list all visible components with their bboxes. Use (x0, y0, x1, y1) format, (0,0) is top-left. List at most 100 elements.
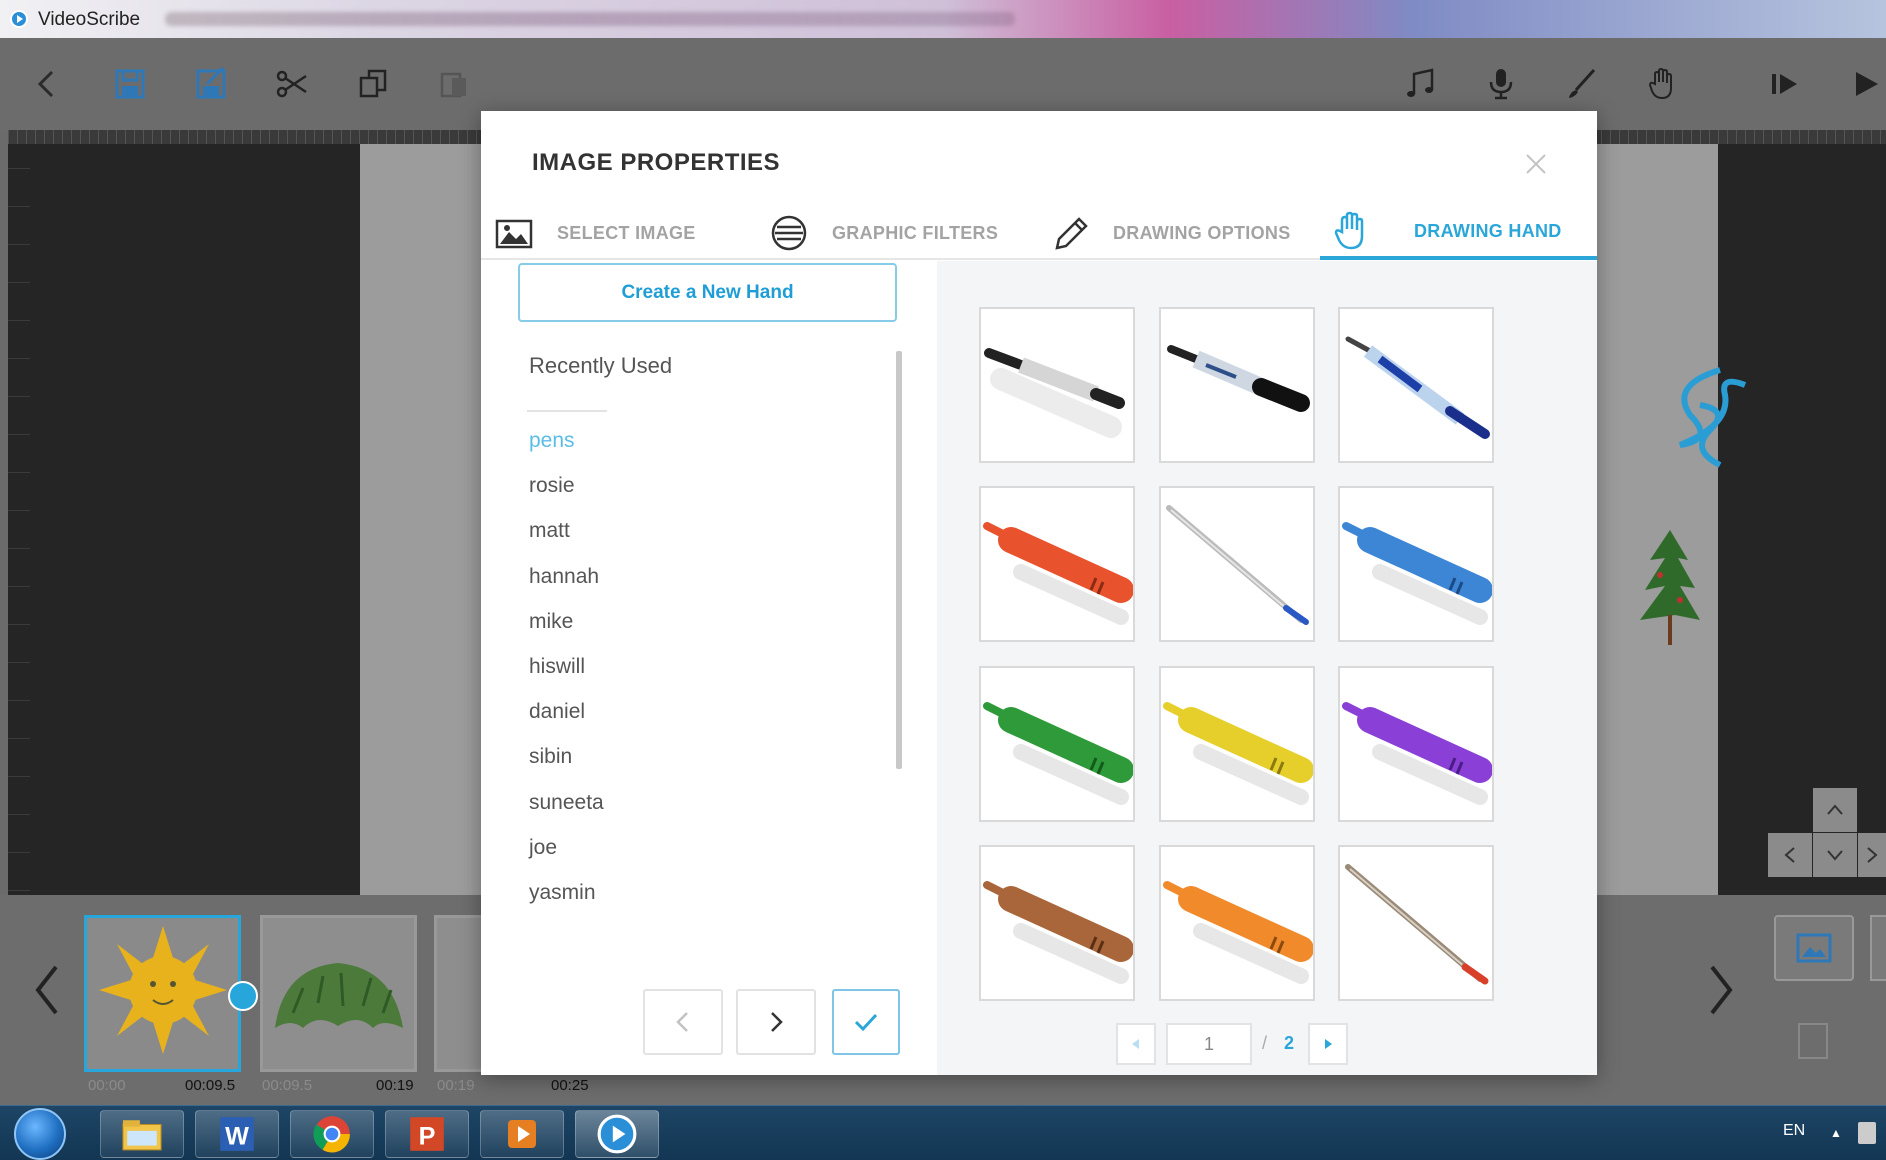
caret-right-icon (1325, 1039, 1332, 1049)
ruler-vertical (8, 130, 30, 895)
powerpoint-icon[interactable]: P (385, 1110, 469, 1158)
hand-item-matt[interactable]: matt (529, 519, 829, 564)
tab-graphic-filters[interactable]: GRAPHIC FILTERS (768, 206, 998, 260)
hand-item-mike[interactable]: mike (529, 610, 829, 655)
add-image-icon[interactable] (1774, 915, 1854, 981)
holly-tree-image (1640, 530, 1700, 645)
timeline-thumb-bush[interactable] (260, 915, 417, 1072)
play-icon[interactable] (1844, 62, 1886, 106)
hand-item-rosie[interactable]: rosie (529, 474, 829, 519)
canvas-down-button[interactable] (1813, 833, 1857, 877)
hand-tile[interactable] (1159, 307, 1315, 463)
create-new-hand-button[interactable]: Create a New Hand (518, 263, 897, 322)
hand-item-joe[interactable]: joe (529, 836, 829, 881)
save-icon[interactable] (108, 62, 152, 106)
tab-select-image[interactable]: SELECT IMAGE (493, 206, 696, 260)
copy-icon[interactable] (351, 62, 395, 106)
confirm-button[interactable] (832, 989, 900, 1055)
tab-label: GRAPHIC FILTERS (832, 222, 999, 243)
tab-drawing-hand[interactable]: DRAWING HAND (1320, 206, 1597, 260)
explorer-icon[interactable] (100, 1110, 184, 1158)
microphone-icon[interactable] (1479, 62, 1523, 106)
image-properties-dialog: IMAGE PROPERTIES SELECT IMAGE GRAPHIC FI… (481, 111, 1597, 1075)
back-icon[interactable] (26, 62, 70, 106)
previous-button[interactable] (643, 989, 723, 1055)
hand-list: pens rosie matt hannah mike hiswill dani… (529, 429, 829, 926)
hand-tile[interactable] (979, 486, 1135, 642)
silver-ballpoint-pen-icon (1166, 505, 1309, 625)
canvas-offstage-left (8, 130, 360, 895)
timeline-next-icon[interactable] (1702, 955, 1742, 1025)
chrome-icon[interactable] (290, 1110, 374, 1158)
window-titlebar: VideoScribe (0, 0, 1886, 38)
image-icon (495, 219, 533, 249)
hand-item-daniel[interactable]: daniel (529, 700, 829, 745)
canvas-right-button[interactable] (1858, 833, 1886, 877)
hand-tile[interactable] (1338, 307, 1494, 463)
paste-icon[interactable] (432, 62, 476, 106)
timeline-time: 00:09.5 (185, 1077, 236, 1094)
cut-icon[interactable] (270, 62, 314, 106)
red-tip-pen-icon (1345, 864, 1489, 985)
play-from-here-icon[interactable] (1763, 62, 1807, 106)
filters-icon (771, 215, 807, 251)
transition-icon[interactable] (228, 981, 258, 1011)
hand-tile[interactable] (979, 307, 1135, 463)
svg-text:W: W (225, 1123, 249, 1151)
save-as-icon[interactable] (189, 62, 233, 106)
page-number-input[interactable] (1166, 1023, 1252, 1065)
close-icon[interactable] (1521, 149, 1551, 179)
page-total: 2 (1284, 1033, 1295, 1053)
add-text-button[interactable] (1870, 915, 1886, 981)
green-crayon-icon (983, 702, 1134, 805)
hand-item-hannah[interactable]: hannah (529, 565, 829, 610)
windows-taskbar: W P EN ▲ (0, 1105, 1886, 1160)
chevron-right-icon (771, 1012, 783, 1032)
canvas-left-button[interactable] (1768, 833, 1812, 877)
tab-label: SELECT IMAGE (557, 222, 696, 243)
hand-item-sibin[interactable]: sibin (529, 745, 829, 790)
next-button[interactable] (736, 989, 816, 1055)
word-icon[interactable]: W (195, 1110, 279, 1158)
videoscribe-icon[interactable] (575, 1110, 659, 1158)
tray-expand-icon[interactable]: ▲ (1830, 1126, 1842, 1140)
media-icon[interactable] (480, 1110, 564, 1158)
tab-drawing-options[interactable]: DRAWING OPTIONS (1049, 206, 1291, 260)
hand-item-hiswill[interactable]: hiswill (529, 655, 829, 700)
svg-text:P: P (419, 1123, 436, 1151)
pen-icon[interactable] (1560, 62, 1604, 106)
hand-tile[interactable] (1159, 845, 1315, 1001)
page-separator: / (1262, 1033, 1268, 1053)
timeline-thumb-partial[interactable] (434, 915, 484, 1072)
timeline-prev-icon[interactable] (26, 955, 66, 1025)
hand-tile[interactable] (1159, 666, 1315, 822)
hand-tile[interactable] (979, 666, 1135, 822)
start-orb-icon[interactable] (14, 1108, 66, 1160)
chevron-left-icon (676, 1012, 688, 1032)
hand-tile[interactable] (1338, 486, 1494, 642)
hand-item-suneeta[interactable]: suneeta (529, 791, 829, 836)
blue-crayon-icon (1342, 522, 1493, 625)
timeline-time: 00:25 (551, 1077, 589, 1094)
hand-item-yasmin[interactable]: yasmin (529, 881, 829, 926)
delete-scene-icon[interactable] (1798, 1023, 1828, 1059)
page-next-button[interactable] (1308, 1023, 1348, 1065)
timeline-thumb-sun[interactable] (84, 915, 241, 1072)
hand-tile[interactable] (979, 845, 1135, 1001)
blue-ballpoint-pen-icon (1345, 336, 1490, 439)
hand-tile[interactable] (1338, 666, 1494, 822)
list-scrollbar[interactable] (896, 351, 902, 769)
hand-icon (1334, 211, 1364, 250)
recently-used-header: Recently Used (529, 353, 673, 378)
tray-network-icon[interactable] (1858, 1122, 1876, 1144)
hand-tile[interactable] (1338, 845, 1494, 1001)
page-prev-button[interactable] (1116, 1023, 1156, 1065)
language-indicator[interactable]: EN (1783, 1122, 1805, 1140)
list-divider (527, 410, 607, 412)
canvas-up-button[interactable] (1813, 788, 1857, 832)
hand-icon[interactable] (1641, 62, 1685, 106)
music-icon[interactable] (1398, 62, 1442, 106)
hand-item-pens[interactable]: pens (529, 429, 829, 474)
hand-tile[interactable] (1159, 486, 1315, 642)
timeline-time: 00:09.5 (262, 1077, 313, 1094)
